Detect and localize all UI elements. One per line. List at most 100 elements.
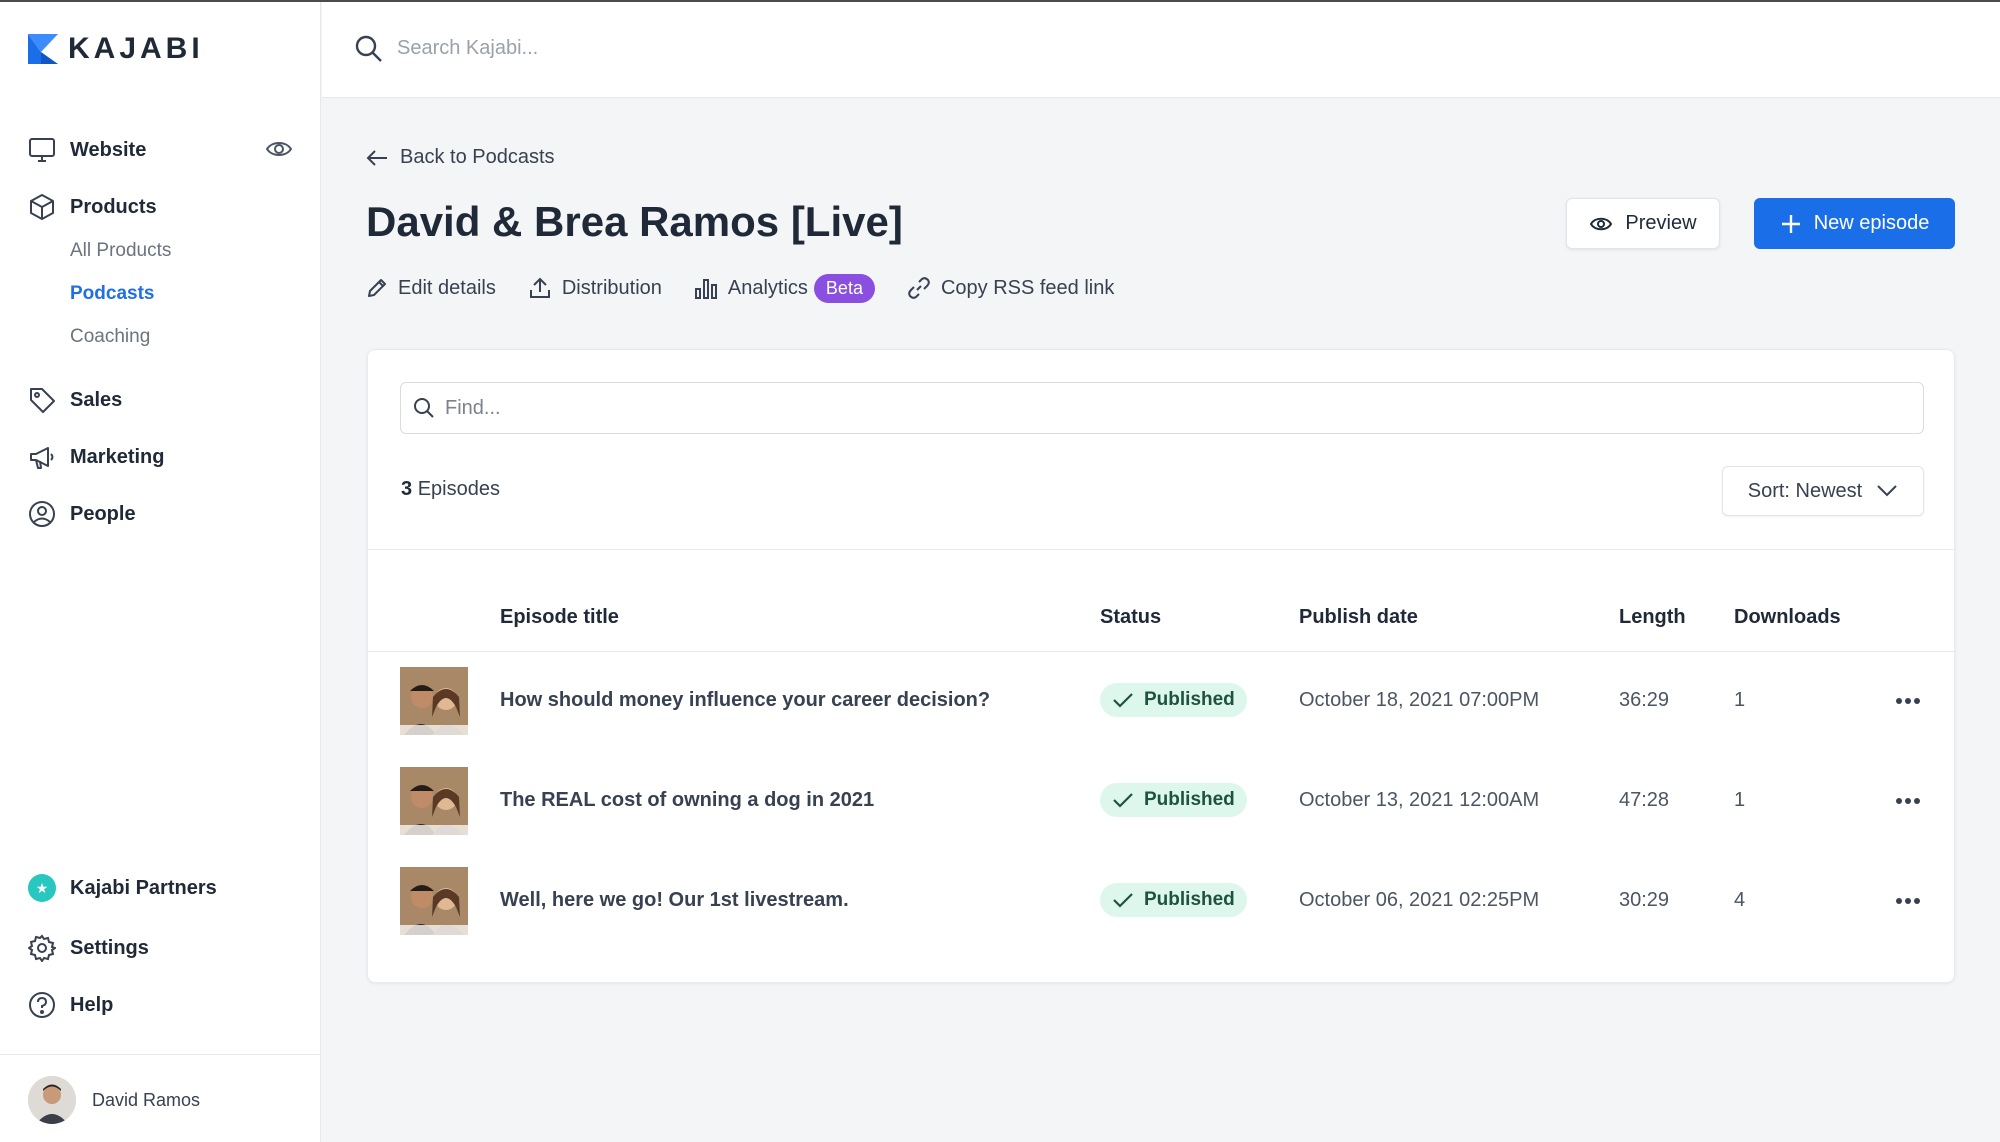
episode-length: 36:29 bbox=[1619, 689, 1670, 711]
star-badge-icon: ★ bbox=[28, 874, 56, 902]
bar-chart-icon bbox=[694, 279, 717, 299]
monitor-icon bbox=[28, 136, 56, 164]
table-row[interactable]: How should money influence your career d… bbox=[368, 651, 1956, 751]
episode-length: 47:28 bbox=[1619, 789, 1670, 811]
sidebar-subitem-all-products[interactable]: All Products bbox=[70, 240, 171, 262]
sidebar: KAJABI Website Products All Products Pod… bbox=[0, 2, 321, 1142]
preview-button[interactable]: Preview bbox=[1566, 198, 1720, 249]
sidebar-item-website[interactable]: Website bbox=[28, 132, 146, 168]
check-icon bbox=[1113, 693, 1133, 708]
status-label: Published bbox=[1144, 689, 1235, 710]
episode-count-label: Episodes bbox=[417, 478, 500, 500]
column-header-title[interactable]: Episode title bbox=[500, 606, 619, 629]
card-divider bbox=[368, 549, 1956, 550]
sidebar-item-settings[interactable]: Settings bbox=[28, 930, 149, 966]
upload-icon bbox=[529, 277, 550, 298]
sidebar-item-label: Products bbox=[70, 195, 157, 218]
sidebar-item-label: Website bbox=[70, 138, 147, 161]
sidebar-item-sales[interactable]: Sales bbox=[28, 382, 122, 418]
plus-icon bbox=[1781, 214, 1800, 233]
column-header-length[interactable]: Length bbox=[1619, 606, 1686, 629]
status-badge: Published bbox=[1100, 883, 1247, 917]
podcast-actions-bar: Edit details Distribution Analytics Beta… bbox=[366, 270, 1146, 306]
sidebar-subitem-podcasts[interactable]: Podcasts bbox=[70, 283, 154, 305]
distribution-link[interactable]: Distribution bbox=[528, 276, 662, 300]
new-episode-button[interactable]: New episode bbox=[1754, 198, 1955, 249]
distribution-label: Distribution bbox=[561, 276, 662, 299]
sidebar-item-label: Settings bbox=[70, 936, 149, 959]
sort-dropdown[interactable]: Sort: Newest bbox=[1722, 466, 1924, 516]
sidebar-item-label: People bbox=[70, 502, 136, 525]
status-badge: Published bbox=[1100, 783, 1247, 817]
edit-details-link[interactable]: Edit details bbox=[366, 277, 496, 300]
find-input[interactable] bbox=[445, 396, 1905, 420]
check-icon bbox=[1113, 793, 1133, 808]
global-search-input[interactable] bbox=[397, 28, 997, 68]
sidebar-item-label: Sales bbox=[70, 388, 123, 411]
sidebar-item-label: Help bbox=[70, 993, 114, 1016]
episode-downloads: 1 bbox=[1734, 789, 1746, 811]
table-row[interactable]: The REAL cost of owning a dog in 2021 Pu… bbox=[368, 751, 1956, 851]
status-badge: Published bbox=[1100, 683, 1247, 717]
copy-rss-label: Copy RSS feed link bbox=[940, 276, 1115, 299]
more-options-icon[interactable] bbox=[1890, 683, 1926, 719]
chevron-down-icon bbox=[1877, 485, 1897, 497]
pencil-icon bbox=[368, 279, 386, 297]
tag-icon bbox=[28, 386, 56, 414]
analytics-link[interactable]: Analytics Beta bbox=[694, 273, 875, 303]
episode-count: 3 Episodes bbox=[401, 478, 500, 501]
eye-icon bbox=[1590, 217, 1613, 230]
megaphone-icon bbox=[28, 443, 56, 471]
status-label: Published bbox=[1144, 889, 1235, 910]
top-bar bbox=[322, 2, 2000, 98]
more-options-icon[interactable] bbox=[1890, 783, 1926, 819]
kajabi-logo[interactable]: KAJABI bbox=[28, 32, 204, 66]
sidebar-item-kajabi-partners[interactable]: ★ Kajabi Partners bbox=[28, 870, 217, 906]
kajabi-logo-icon bbox=[28, 34, 58, 64]
link-icon bbox=[908, 277, 930, 299]
column-header-status[interactable]: Status bbox=[1100, 606, 1161, 629]
episode-thumbnail bbox=[400, 867, 468, 935]
episode-downloads: 4 bbox=[1734, 889, 1746, 911]
find-field[interactable] bbox=[400, 382, 1924, 434]
episode-downloads: 1 bbox=[1734, 689, 1746, 711]
search-icon bbox=[354, 34, 384, 69]
page-title: David & Brea Ramos [Live] bbox=[366, 198, 903, 245]
user-circle-icon bbox=[28, 500, 56, 528]
sidebar-subitem-coaching[interactable]: Coaching bbox=[70, 326, 150, 348]
user-menu[interactable]: David Ramos bbox=[28, 1076, 200, 1124]
help-circle-icon bbox=[28, 991, 56, 1019]
gear-icon bbox=[28, 934, 56, 962]
publish-date: October 13, 2021 12:00AM bbox=[1299, 789, 1540, 811]
box-icon bbox=[28, 193, 56, 221]
brand-name: KAJABI bbox=[68, 32, 204, 65]
search-icon bbox=[414, 398, 434, 418]
sidebar-item-label: Kajabi Partners bbox=[70, 876, 217, 899]
column-header-publish-date[interactable]: Publish date bbox=[1299, 606, 1418, 629]
edit-details-label: Edit details bbox=[398, 276, 496, 299]
back-to-podcasts-link[interactable]: Back to Podcasts bbox=[366, 146, 555, 169]
avatar bbox=[28, 1076, 76, 1124]
sidebar-item-help[interactable]: Help bbox=[28, 987, 113, 1023]
back-link-label: Back to Podcasts bbox=[400, 146, 555, 168]
episode-title[interactable]: The REAL cost of owning a dog in 2021 bbox=[500, 789, 874, 812]
sidebar-item-label: Marketing bbox=[70, 445, 165, 468]
beta-badge: Beta bbox=[813, 273, 875, 303]
new-episode-button-label: New episode bbox=[1813, 212, 1930, 234]
episode-count-number: 3 bbox=[401, 478, 413, 500]
sidebar-item-marketing[interactable]: Marketing bbox=[28, 439, 164, 475]
arrow-left-icon bbox=[366, 149, 387, 166]
episode-title[interactable]: Well, here we go! Our 1st livestream. bbox=[500, 889, 849, 912]
website-preview-eye-icon[interactable] bbox=[264, 134, 294, 164]
sidebar-item-people[interactable]: People bbox=[28, 496, 136, 532]
sidebar-divider bbox=[0, 1054, 321, 1055]
sidebar-item-products[interactable]: Products bbox=[28, 189, 157, 225]
table-row[interactable]: Well, here we go! Our 1st livestream. Pu… bbox=[368, 851, 1956, 951]
episode-title[interactable]: How should money influence your career d… bbox=[500, 689, 990, 712]
more-options-icon[interactable] bbox=[1890, 883, 1926, 919]
copy-rss-feed-link[interactable]: Copy RSS feed link bbox=[907, 276, 1114, 300]
episode-thumbnail bbox=[400, 667, 468, 735]
publish-date: October 06, 2021 02:25PM bbox=[1299, 889, 1540, 911]
episode-thumbnail bbox=[400, 767, 468, 835]
column-header-downloads[interactable]: Downloads bbox=[1734, 606, 1841, 629]
